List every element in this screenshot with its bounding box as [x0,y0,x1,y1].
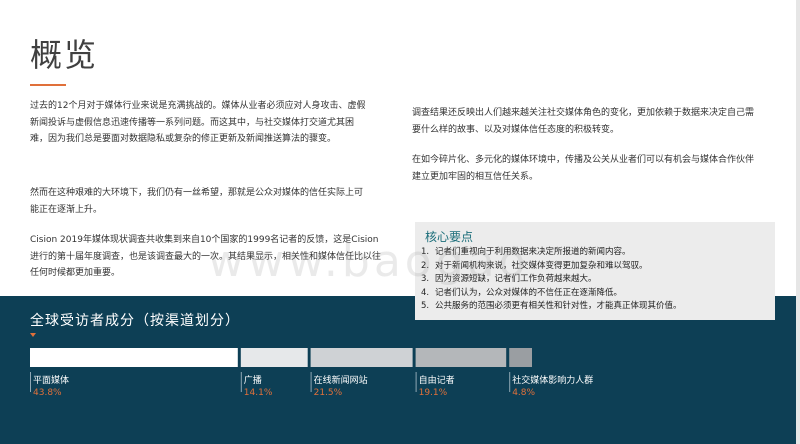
bar-category-label: 社交媒体影响力人群 [512,374,593,386]
bar-value-label: 4.8% [512,388,535,398]
page-title: 概览 [30,36,99,74]
key-point-item: 1. 记者们重视向于利用数据来决定所报道的新闻内容。 [421,247,631,257]
bar-category-label: 平面媒体 [33,374,69,386]
intro-paragraph-5: 在如今碎片化、多元化的媒体环境中，传播及公关从业者们可以有机会与媒体合作伙伴建立… [412,155,755,182]
intro-paragraph-4: 调查结果还反映出人们越来越关注社交媒体角色的变化，更加依赖于数据来决定自己需要什… [412,108,755,135]
overview-page: 概览 过去的12个月对于媒体行业来说是充满挑战的。媒体从业者必须应对人身攻击、虚… [0,0,800,444]
bar-value-label: 43.8% [33,388,62,398]
bar-value-label: 14.1% [244,388,273,398]
title-underline [30,84,66,86]
bar-segment [30,348,238,367]
intro-paragraph-1: 过去的12个月对于媒体行业来说是充满挑战的。媒体从业者必须应对人身攻击、虚假新闻… [30,101,366,144]
key-points-title: 核心要点 [425,230,474,244]
bar-segment [240,348,308,367]
intro-paragraph-2: 然而在这种艰难的大环境下，我们仍有一丝希望，那就是公众对媒体的信任实际上可能正在… [30,188,364,215]
channel-composition-chart: 平面媒体 43.8% 广播 14.1% 在线新闻网站 21.5% 自由记者 19.1% 社交媒体… [30,348,593,398]
bar-value-label: 21.5% [314,388,343,398]
key-point-item: 2. 对于新闻机构来说，社交媒体变得更加复杂和难以驾驭。 [421,260,648,271]
page-edge [796,0,800,444]
key-point-item: 3. 因为资源短缺，记者们工作负荷越来越大。 [421,274,597,285]
bar-value-label: 19.1% [419,388,448,398]
intro-paragraph-3: Cision 2019年媒体现状调查共收集到来自10个国家的1999名记者的反馈… [30,235,382,278]
bar-category-label: 在线新闻网站 [314,374,368,386]
bar-category-label: 自由记者 [419,374,455,386]
bar-segment [310,348,413,367]
bar-segment [415,348,507,367]
bar-segment [509,348,532,367]
bar-category-label: 广播 [244,374,262,386]
